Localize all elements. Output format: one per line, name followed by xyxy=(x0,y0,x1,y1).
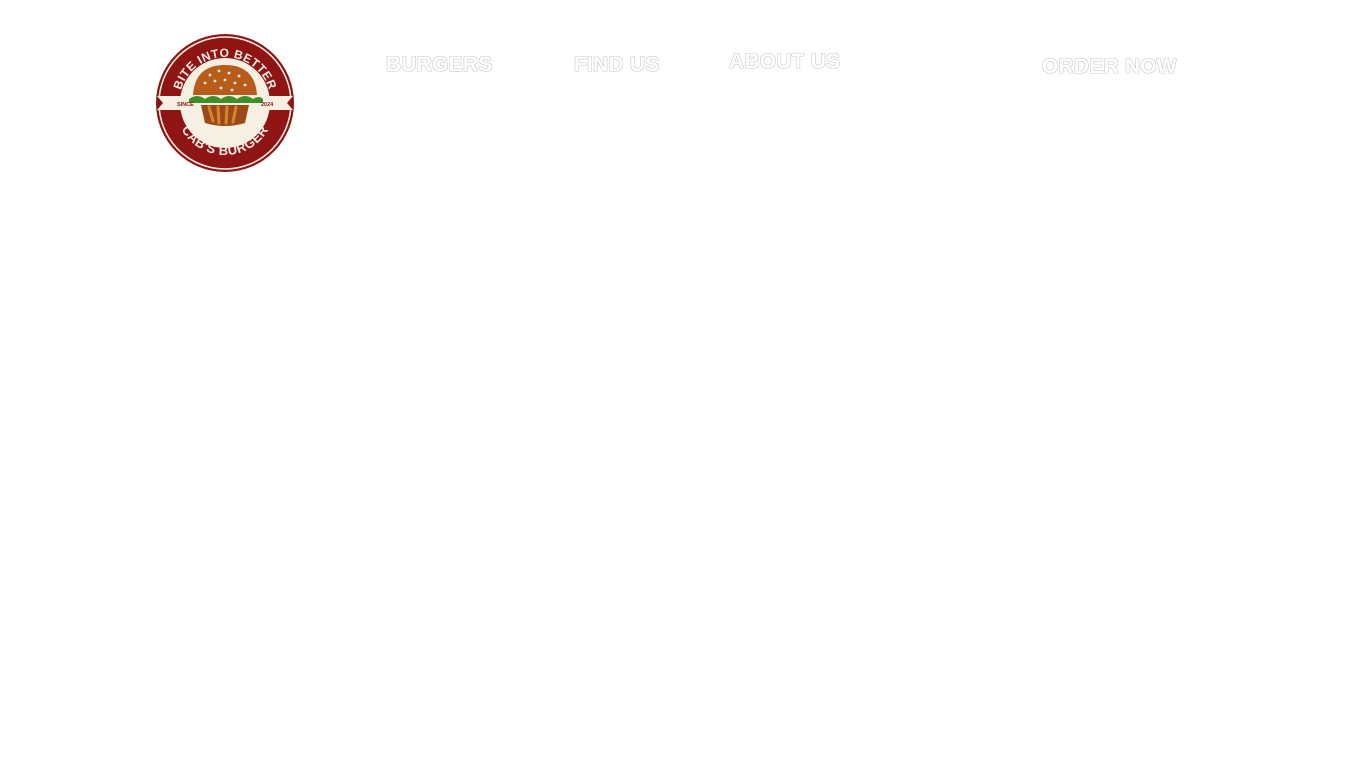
nav-link-burgers[interactable]: BURGERS xyxy=(386,53,492,77)
nav-link-about-us[interactable]: ABOUT US xyxy=(729,50,840,74)
nav-link-find-us[interactable]: FIND US xyxy=(574,53,659,77)
page: SINCE 2024 BITE INTO BETTER CAB'S BURGER… xyxy=(0,0,1366,768)
since-label: SINCE xyxy=(177,102,194,108)
since-year: 2024 xyxy=(261,102,274,108)
brand-logo[interactable]: SINCE 2024 BITE INTO BETTER CAB'S BURGER xyxy=(155,33,295,173)
order-now-link[interactable]: ORDER NOW xyxy=(1042,55,1177,79)
